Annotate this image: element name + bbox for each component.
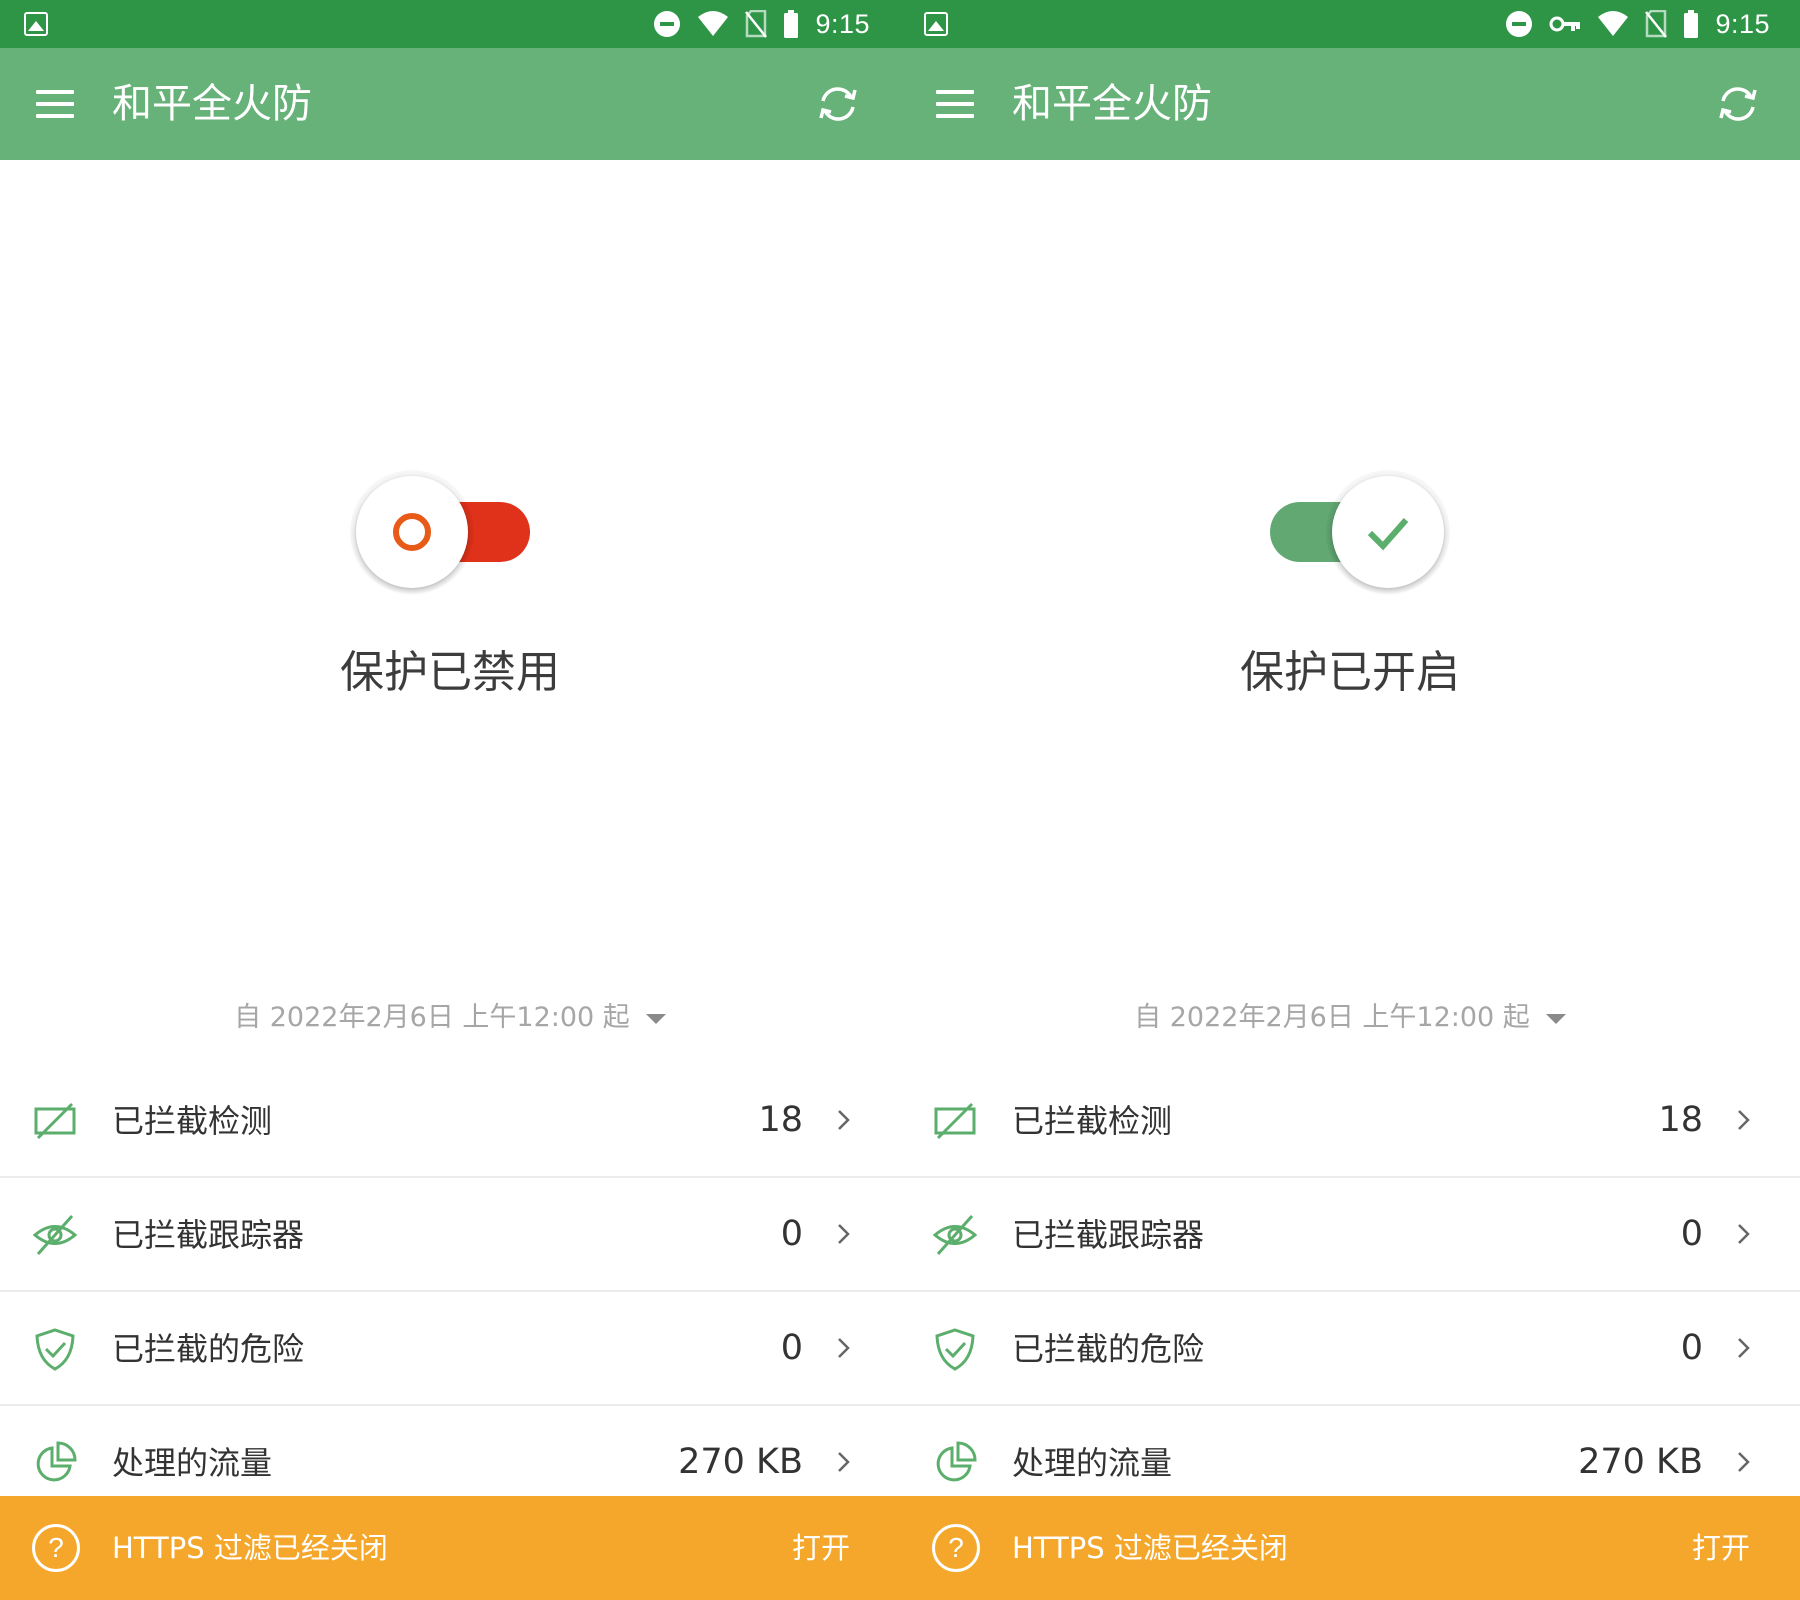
do-not-disturb-icon	[1506, 11, 1533, 37]
ring-icon	[393, 513, 431, 551]
stat-row-blocked-threats[interactable]: 已拦截的危险 0	[900, 1292, 1800, 1406]
app-bar: 和平全火防	[900, 48, 1800, 160]
tracker-block-icon	[932, 1214, 978, 1256]
stat-label: 处理的流量	[112, 1444, 273, 1482]
stat-value: 18	[1658, 1100, 1703, 1140]
no-sim-icon	[745, 10, 768, 38]
https-banner-text: HTTPS 过滤已经关闭	[112, 1531, 388, 1565]
battery-icon	[784, 10, 799, 38]
stat-value: 18	[758, 1100, 803, 1140]
stat-row-blocked-trackers[interactable]: 已拦截跟踪器 0	[0, 1178, 900, 1292]
stats-list: 已拦截检测 18 已拦截跟踪器 0 已拦截的危险 0 处理的流量 270 KB	[0, 1064, 900, 1520]
chevron-right-icon	[838, 1110, 850, 1130]
ad-block-icon	[934, 1102, 976, 1140]
image-icon	[924, 12, 948, 36]
wifi-icon	[698, 11, 729, 36]
status-bar: 9:15	[0, 0, 900, 48]
chevron-right-icon	[1738, 1452, 1750, 1472]
refresh-icon[interactable]	[816, 82, 860, 126]
https-enable-button[interactable]: 打开	[792, 1522, 850, 1574]
stat-row-blocked-ads[interactable]: 已拦截检测 18	[900, 1064, 1800, 1178]
stat-value: 0	[1680, 1328, 1703, 1368]
help-circle-icon[interactable]: ?	[32, 1524, 80, 1572]
caret-down-icon	[645, 1013, 666, 1024]
pie-chart-icon	[936, 1441, 977, 1482]
status-time: 9:15	[1715, 8, 1770, 39]
battery-icon	[1684, 10, 1699, 38]
stat-label: 已拦截跟踪器	[112, 1216, 305, 1254]
tracker-block-icon	[32, 1214, 78, 1256]
chevron-right-icon	[1738, 1338, 1750, 1358]
no-sim-icon	[1645, 10, 1668, 38]
stat-value: 270 KB	[1578, 1442, 1703, 1482]
ad-block-icon	[34, 1102, 76, 1140]
shield-check-icon	[935, 1328, 975, 1371]
chevron-right-icon	[1738, 1224, 1750, 1244]
vpn-key-icon	[1549, 16, 1581, 32]
help-circle-icon[interactable]: ?	[932, 1524, 980, 1572]
period-selector[interactable]: 自 2022年2月6日 上午12:00 起	[0, 995, 900, 1034]
https-filter-banner: ? HTTPS 过滤已经关闭 打开	[0, 1496, 900, 1600]
stat-row-blocked-trackers[interactable]: 已拦截跟踪器 0	[900, 1178, 1800, 1292]
https-enable-button[interactable]: 打开	[1692, 1522, 1750, 1574]
period-selector[interactable]: 自 2022年2月6日 上午12:00 起	[900, 995, 1800, 1034]
checkmark-icon	[1367, 518, 1409, 551]
https-banner-text: HTTPS 过滤已经关闭	[1012, 1531, 1288, 1565]
stat-label: 已拦截的危险	[112, 1330, 305, 1368]
protection-toggle[interactable]	[900, 470, 1800, 600]
shield-check-icon	[35, 1328, 75, 1371]
stat-value: 0	[780, 1328, 803, 1368]
period-label: 自 2022年2月6日 上午12:00 起	[1134, 1002, 1530, 1033]
caret-down-icon	[1545, 1013, 1566, 1024]
protection-toggle[interactable]	[0, 470, 900, 600]
pie-chart-icon	[36, 1441, 77, 1482]
do-not-disturb-icon	[654, 11, 681, 37]
screen-protection-disabled: 9:15 和平全火防 保护已禁用 自 2022年2月6日 上午12:00 起 已…	[0, 0, 900, 1600]
status-bar: 9:15	[900, 0, 1800, 48]
status-time: 9:15	[815, 8, 870, 39]
stat-label: 已拦截检测	[112, 1102, 273, 1140]
stat-label: 已拦截的危险	[1012, 1330, 1205, 1368]
chevron-right-icon	[838, 1452, 850, 1472]
stat-label: 已拦截跟踪器	[1012, 1216, 1205, 1254]
image-icon	[24, 12, 48, 36]
hamburger-menu-icon[interactable]	[36, 90, 76, 118]
wifi-icon	[1598, 11, 1629, 36]
app-title: 和平全火防	[1012, 81, 1212, 127]
stat-value: 0	[1680, 1214, 1703, 1254]
toggle-knob	[356, 476, 468, 588]
stat-value: 270 KB	[678, 1442, 803, 1482]
stat-row-blocked-threats[interactable]: 已拦截的危险 0	[0, 1292, 900, 1406]
protection-status-label: 保护已开启	[1240, 647, 1460, 698]
app-bar: 和平全火防	[0, 48, 900, 160]
stat-row-blocked-ads[interactable]: 已拦截检测 18	[0, 1064, 900, 1178]
stat-label: 已拦截检测	[1012, 1102, 1173, 1140]
period-label: 自 2022年2月6日 上午12:00 起	[234, 1002, 630, 1033]
toggle-knob	[1332, 476, 1444, 588]
chevron-right-icon	[838, 1224, 850, 1244]
stat-label: 处理的流量	[1012, 1444, 1173, 1482]
chevron-right-icon	[1738, 1110, 1750, 1130]
stat-value: 0	[780, 1214, 803, 1254]
chevron-right-icon	[838, 1338, 850, 1358]
protection-status-label: 保护已禁用	[340, 647, 560, 698]
stats-list: 已拦截检测 18 已拦截跟踪器 0 已拦截的危险 0 处理的流量 270 KB	[900, 1064, 1800, 1520]
https-filter-banner: ? HTTPS 过滤已经关闭 打开	[900, 1496, 1800, 1600]
app-title: 和平全火防	[112, 81, 312, 127]
hamburger-menu-icon[interactable]	[936, 90, 976, 118]
refresh-icon[interactable]	[1716, 82, 1760, 126]
screen-protection-enabled: 9:15 和平全火防 保护已开启 自 2022年2月6日 上午12:00 起 已…	[900, 0, 1800, 1600]
